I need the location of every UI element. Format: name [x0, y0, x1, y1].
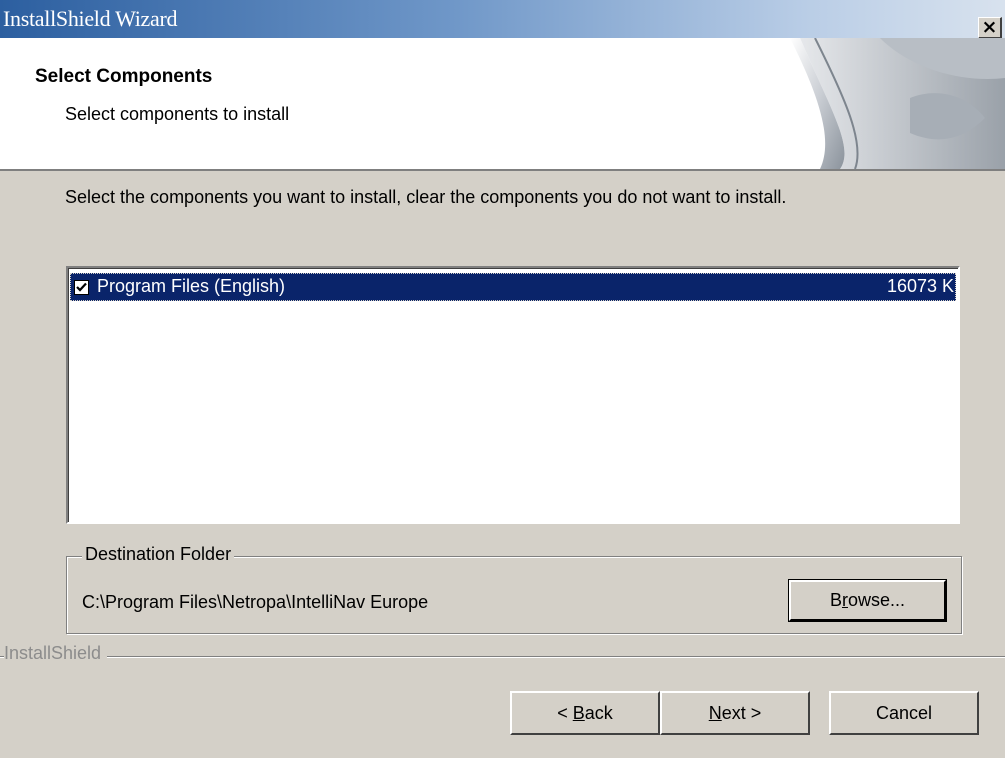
component-checkbox[interactable]	[74, 280, 89, 295]
list-item[interactable]: Program Files (English) 16073 K	[70, 273, 956, 301]
installshield-brand-label: InstallShield	[4, 643, 108, 664]
destination-folder-legend: Destination Folder	[82, 544, 235, 565]
wizard-header: Select Components Select components to i…	[0, 38, 1005, 171]
browse-label-start: B	[829, 590, 842, 610]
title-bar[interactable]: InstallShield Wizard ×	[0, 0, 1005, 39]
back-button[interactable]: < Back	[510, 691, 660, 735]
instructions-text: Select the components you want to instal…	[65, 187, 787, 207]
components-list-frame: Program Files (English) 16073 K	[68, 268, 958, 522]
next-label-mnemonic: N	[708, 703, 722, 723]
destination-path: C:\Program Files\Netropa\IntelliNav Euro…	[82, 592, 429, 612]
component-label: Program Files (English)	[97, 276, 286, 296]
destination-folder-group: Destination Folder C:\Program Files\Netr…	[66, 544, 962, 634]
close-icon: ×	[981, 16, 998, 38]
next-label-end: ext >	[721, 703, 762, 723]
page-subtitle: Select components to install	[65, 104, 290, 124]
separator-line	[0, 656, 1005, 658]
close-button[interactable]: ×	[978, 17, 1002, 39]
back-label-start: <	[557, 703, 573, 723]
back-label-end: ack	[584, 703, 613, 723]
components-list[interactable]: Program Files (English) 16073 K	[66, 266, 960, 524]
installshield-banner-art	[760, 38, 1005, 169]
back-label-mnemonic: B	[572, 703, 585, 723]
cancel-button[interactable]: Cancel	[829, 691, 979, 735]
installshield-wizard-window: InstallShield Wizard × Select Components…	[0, 0, 1005, 758]
browse-label-end: owse...	[847, 590, 906, 610]
checkmark-icon	[76, 282, 87, 292]
component-size: 16073 K	[886, 276, 954, 296]
page-title: Select Components	[35, 66, 213, 87]
browse-button[interactable]: Browse...	[788, 579, 947, 622]
window-title: InstallShield Wizard	[3, 6, 178, 31]
next-button[interactable]: Next >	[660, 691, 810, 735]
